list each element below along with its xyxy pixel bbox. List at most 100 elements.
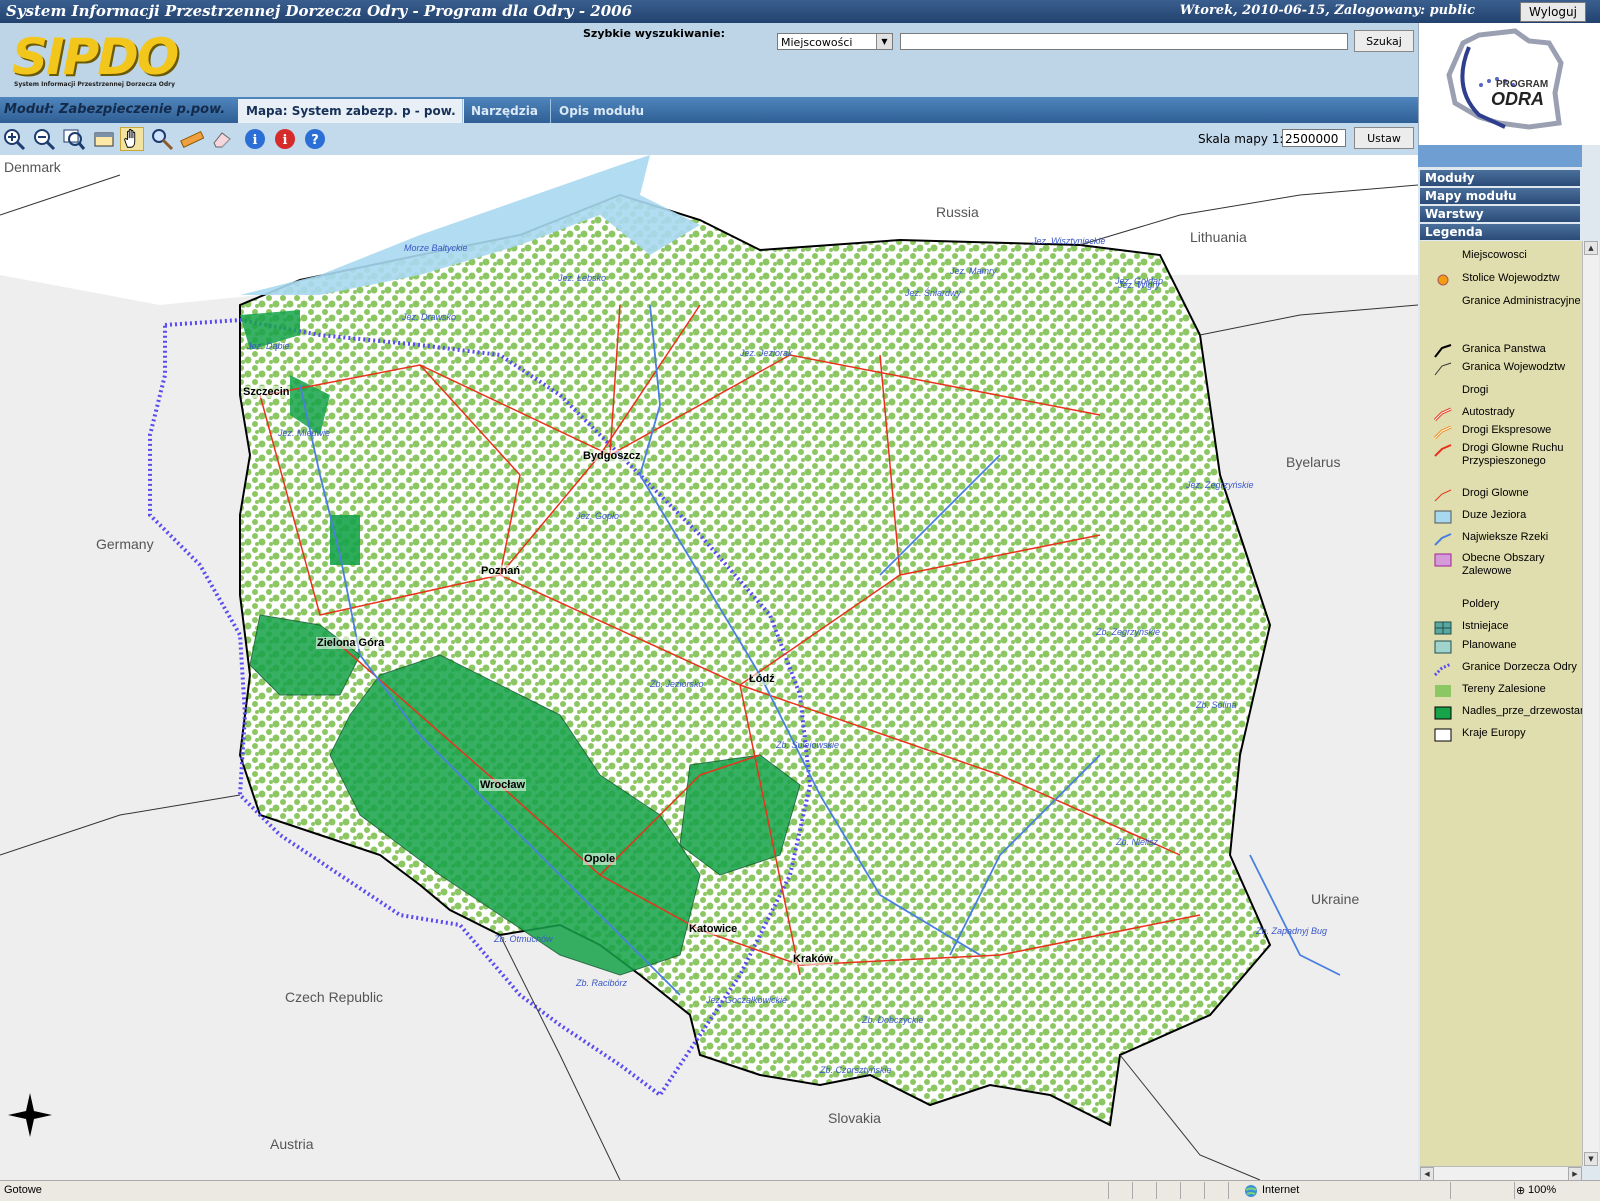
city-label[interactable]: Wrocław	[479, 779, 527, 791]
country-label: Russia	[936, 204, 979, 220]
accordion-module-maps[interactable]: Mapy modułu	[1420, 188, 1580, 204]
thin-road-line-icon	[1434, 489, 1452, 502]
side-panel: Moduły Mapy modułu Warstwy Legenda Miejs…	[1418, 145, 1600, 1181]
set-scale-button[interactable]: Ustaw	[1354, 127, 1414, 149]
map-canvas[interactable]: Denmark Russia Lithuania Byelarus German…	[0, 155, 1418, 1180]
water-label: Jez. Wigry	[1118, 280, 1160, 290]
info-icon[interactable]: i	[243, 127, 267, 151]
zoom-icon[interactable]: ⊕	[1516, 1184, 1525, 1197]
magnifier-icon[interactable]	[150, 127, 174, 151]
date-user-info: Wtorek, 2010-06-15, Zalogowany: public	[1179, 3, 1475, 18]
motorway-line-icon	[1434, 407, 1452, 421]
status-text: Gotowe	[4, 1184, 42, 1196]
legend-list: Miejscowosci Stolice Wojewodztw Granice …	[1420, 241, 1582, 1166]
zoom-level[interactable]: 100%	[1528, 1184, 1556, 1196]
legend-horizontal-scrollbar[interactable]: ◀ ▶	[1420, 1166, 1582, 1181]
river-line-icon	[1434, 533, 1452, 546]
tab-tools[interactable]: Narzędzia	[462, 99, 546, 123]
city-label[interactable]: Zielona Góra	[316, 637, 386, 649]
svg-text:?: ?	[311, 133, 319, 148]
panel-header-strip	[1418, 145, 1582, 167]
country-box-icon	[1434, 728, 1452, 742]
water-label: Zb. Zapadnyj Bug	[1256, 926, 1328, 936]
scroll-down-icon[interactable]: ▼	[1584, 1152, 1598, 1166]
zoom-full-icon[interactable]	[62, 127, 86, 151]
zoom-window-icon[interactable]	[92, 127, 116, 151]
polder-existing-icon	[1434, 621, 1452, 635]
scroll-right-icon[interactable]: ▶	[1568, 1167, 1582, 1181]
black-line-icon	[1434, 344, 1452, 358]
help-icon[interactable]: ?	[303, 127, 327, 151]
country-label: Austria	[270, 1136, 314, 1152]
country-label: Germany	[96, 536, 154, 552]
pan-hand-icon	[124, 128, 136, 148]
search-input[interactable]	[900, 33, 1348, 50]
water-label: Zb. Sulejowskie	[776, 740, 840, 750]
city-label[interactable]: Bydgoszcz	[582, 450, 642, 462]
north-arrow-icon	[8, 1093, 52, 1137]
eraser-icon[interactable]	[210, 127, 234, 151]
water-label: Jez. Goczałkowickie	[706, 995, 788, 1005]
ruler-icon[interactable]	[180, 127, 204, 151]
lake-box-icon	[1434, 510, 1452, 524]
program-odra-logo: PROGRAM ODRA	[1418, 23, 1583, 145]
map-scale-input[interactable]: 2500000	[1282, 129, 1346, 147]
water-label: Zb. Jeziorsko	[650, 679, 704, 689]
map-graphics	[0, 155, 1418, 1180]
water-label: Zb. Dobczyckie	[862, 1015, 924, 1025]
water-label: Jez. Zegrzyńskie	[1186, 480, 1254, 490]
tab-map[interactable]: Mapa: System zabezp. p - pow.	[238, 99, 464, 123]
city-label[interactable]: Łódź	[748, 673, 776, 685]
water-label: Zb. Zegrzyńskie	[1096, 627, 1161, 637]
country-label: Byelarus	[1286, 454, 1341, 470]
status-pane	[1450, 1182, 1451, 1199]
country-label: Czech Republic	[285, 989, 384, 1005]
water-label: Zb. Nielisz	[1116, 837, 1159, 847]
scroll-left-icon[interactable]: ◀	[1420, 1167, 1434, 1181]
thin-line-icon	[1434, 362, 1452, 376]
water-label: Jez. Dąbie	[247, 341, 290, 351]
city-label[interactable]: Opole	[583, 853, 617, 865]
city-label[interactable]: Katowice	[688, 923, 739, 935]
scroll-up-icon[interactable]: ▲	[1584, 241, 1598, 255]
search-button[interactable]: Szukaj	[1354, 30, 1414, 52]
odra-label: ODRA	[1491, 89, 1544, 109]
country-label: Denmark	[4, 159, 61, 175]
accordion-legend[interactable]: Legenda	[1420, 224, 1580, 240]
city-label[interactable]: Kraków	[792, 953, 834, 965]
status-pane	[1204, 1182, 1205, 1199]
status-pane	[1108, 1182, 1109, 1199]
water-label: Jez. Miedwie	[278, 428, 331, 438]
status-pane	[1228, 1182, 1229, 1199]
logo-word: SIPDO	[12, 28, 179, 86]
module-tab-bar: Moduł: Zabezpieczenie p.pow. Mapa: Syste…	[0, 97, 1418, 123]
svg-text:i: i	[253, 133, 258, 148]
accordion-layers[interactable]: Warstwy	[1420, 206, 1580, 222]
city-label[interactable]: Poznań	[480, 565, 522, 577]
orange-dot-icon	[1437, 274, 1449, 286]
accordion-modules[interactable]: Moduły	[1420, 170, 1580, 186]
expressway-line-icon	[1434, 425, 1452, 439]
info-red-icon[interactable]: i	[273, 127, 297, 151]
tab-module-description[interactable]: Opis modułu	[550, 99, 652, 123]
quick-search-label: Szybkie wyszukiwanie:	[583, 27, 725, 40]
zoom-out-icon[interactable]	[32, 127, 56, 151]
pan-tool-button[interactable]	[120, 127, 144, 151]
map-toolbar: i i ? Skala mapy 1: 2500000 Ustaw	[0, 123, 1418, 155]
module-label: Moduł: Zabezpieczenie p.pow.	[4, 102, 226, 117]
status-pane	[1156, 1182, 1157, 1199]
city-label[interactable]: Szczecin	[242, 386, 291, 398]
globe-icon	[1245, 1185, 1257, 1197]
legend-vertical-scrollbar[interactable]: ▲ ▼	[1582, 241, 1599, 1166]
logout-button[interactable]: Wyloguj	[1520, 2, 1586, 22]
country-label: Ukraine	[1311, 891, 1360, 907]
zoom-in-icon[interactable]	[2, 127, 26, 151]
chevron-down-icon[interactable]: ▼	[876, 34, 892, 49]
basin-boundary-icon	[1434, 662, 1452, 676]
search-type-select[interactable]: Miejscowości ▼	[777, 33, 893, 50]
forest-district-box-icon	[1434, 706, 1452, 720]
water-label: Jez. Mamry	[950, 266, 997, 276]
water-label: Jez. Gopło	[576, 511, 620, 521]
forest-box-icon	[1435, 685, 1451, 697]
flood-area-box-icon	[1434, 553, 1452, 567]
